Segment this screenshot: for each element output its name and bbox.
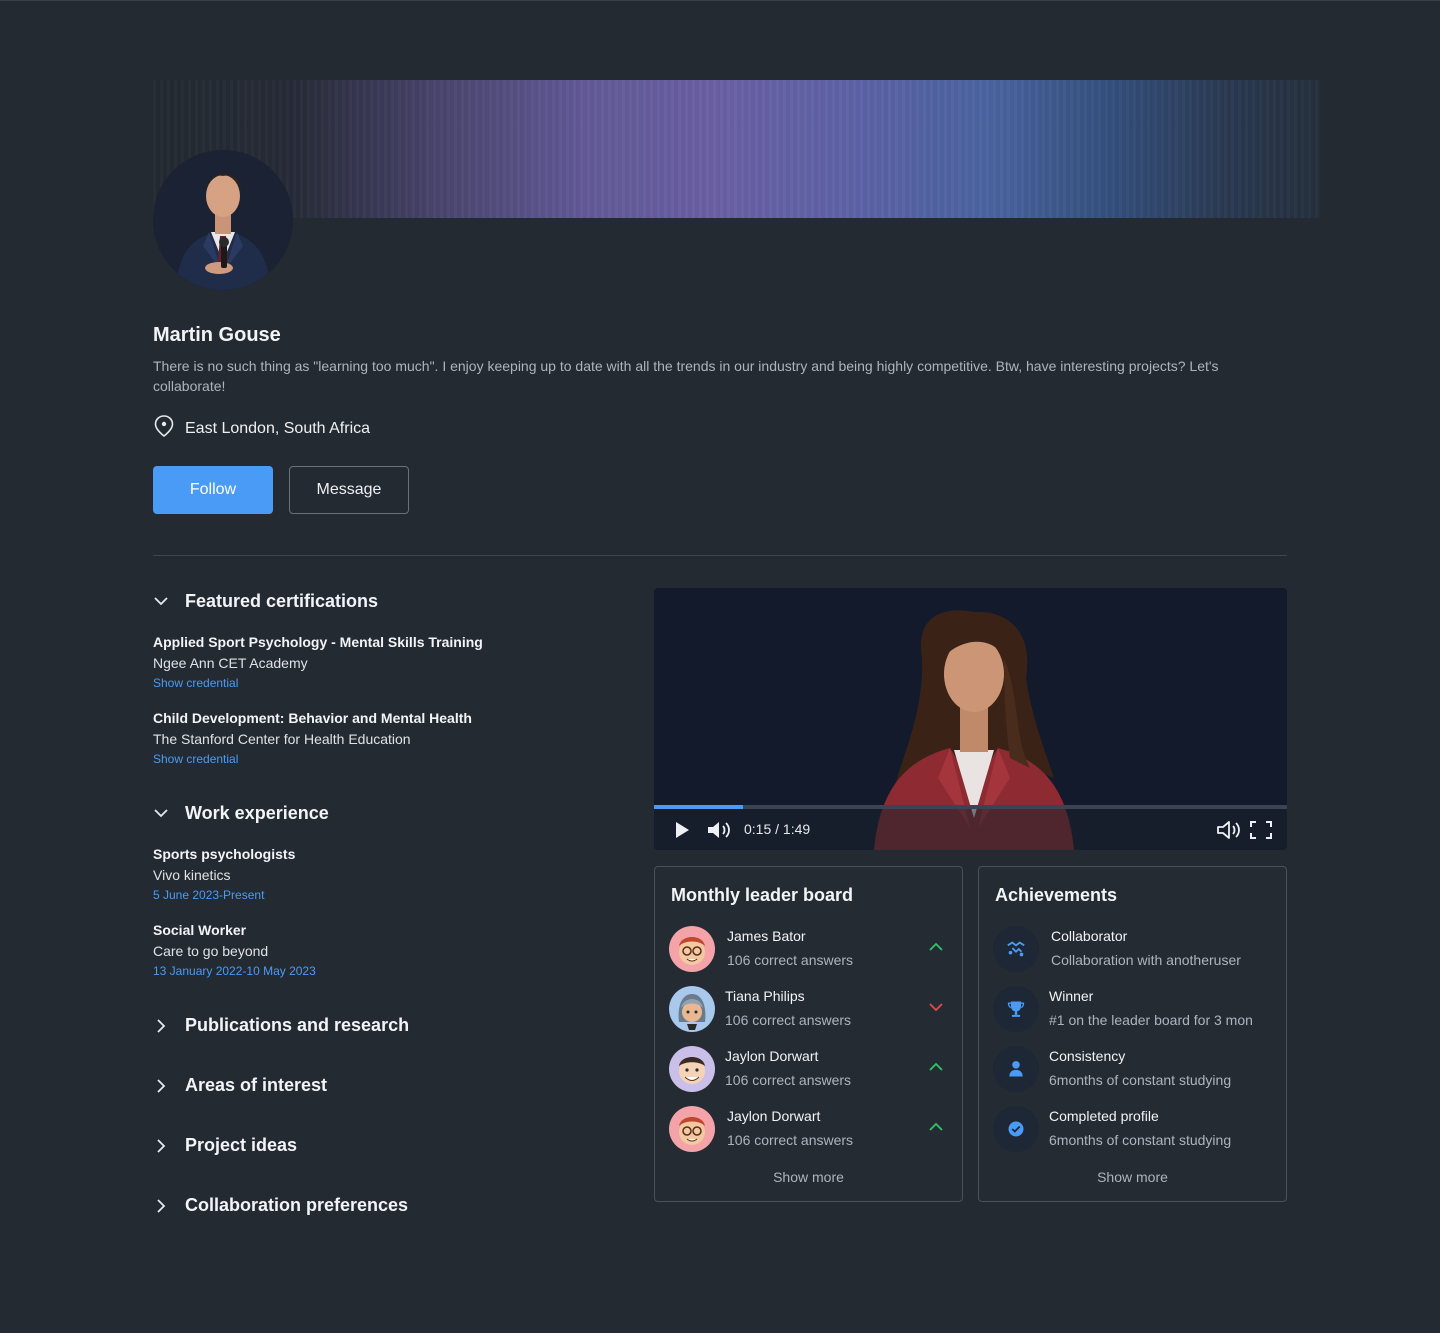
avatar (669, 926, 715, 972)
achievement-desc: 6months of constant studying (1049, 1132, 1232, 1148)
certifications-header[interactable]: Featured certifications (153, 591, 378, 612)
leader-name: Jaylon Dorwart (725, 1048, 819, 1064)
achievements-show-more[interactable]: Show more (979, 1169, 1286, 1185)
leaderboard-row[interactable]: Tiana Philips 106 correct answers (669, 986, 949, 1032)
achievements-title: Achievements (995, 885, 1118, 905)
work-experience-title: Work experience (185, 803, 329, 823)
speaker-icon[interactable] (1216, 819, 1242, 841)
certification-item: Child Development: Behavior and Mental H… (153, 708, 472, 768)
leader-name: James Bator (727, 928, 806, 944)
video-controls: 0:15 / 1:49 (654, 809, 1287, 850)
person-icon (993, 1046, 1039, 1092)
chevron-down-icon (153, 806, 169, 822)
leaderboard-title: Monthly leader board (671, 885, 854, 905)
certification-item: Applied Sport Psychology - Mental Skills… (153, 632, 483, 692)
publications-title: Publications and research (185, 1015, 410, 1035)
achievement-name: Winner (1049, 988, 1094, 1004)
leaderboard-row[interactable]: James Bator 106 correct answers (669, 926, 949, 972)
volume-icon[interactable] (706, 819, 732, 841)
achievement-row[interactable]: Collaborator Collaboration with anotheru… (993, 926, 1273, 972)
project-ideas-title: Project ideas (185, 1135, 298, 1155)
profile-name: Martin Gouse (153, 324, 281, 346)
chevron-down-icon (153, 594, 169, 610)
leader-name: Tiana Philips (725, 988, 805, 1004)
work-item: Sports psychologists Vivo kinetics 5 Jun… (153, 844, 295, 904)
leaderboard-row[interactable]: Jaylon Dorwart 106 correct answers (669, 1046, 949, 1092)
achievement-name: Collaborator (1051, 928, 1128, 944)
show-credential-link[interactable]: Show credential (153, 674, 483, 692)
leaderboard-card: Monthly leader board James Bator 106 cor… (654, 866, 963, 1202)
work-title: Social Worker (153, 922, 247, 938)
work-org: Vivo kinetics (153, 867, 231, 883)
check-badge-icon (993, 1106, 1039, 1152)
message-button[interactable]: Message (289, 466, 409, 514)
achievement-desc: Collaboration with anotheruser (1051, 952, 1241, 968)
publications-header[interactable]: Publications and research (153, 1015, 409, 1036)
work-item: Social Worker Care to go beyond 13 Janua… (153, 920, 316, 980)
profile-bio: There is no such thing as "learning too … (153, 358, 1219, 394)
areas-of-interest-header[interactable]: Areas of interest (153, 1075, 327, 1096)
chevron-right-icon (153, 1078, 169, 1094)
leaderboard-show-more[interactable]: Show more (655, 1169, 962, 1185)
certification-org: The Stanford Center for Health Education (153, 731, 411, 747)
leader-score: 106 correct answers (727, 952, 854, 968)
work-dates: 13 January 2022-10 May 2023 (153, 964, 316, 978)
certification-org: Ngee Ann CET Academy (153, 655, 308, 671)
fullscreen-icon[interactable] (1250, 821, 1272, 839)
show-credential-link[interactable]: Show credential (153, 750, 472, 768)
trend-up-icon (929, 1122, 943, 1131)
certification-title: Child Development: Behavior and Mental H… (153, 710, 472, 726)
achievement-desc: #1 on the leader board for 3 mon (1049, 1012, 1253, 1028)
leader-score: 106 correct answers (725, 1072, 852, 1088)
trophy-icon (993, 986, 1039, 1032)
avatar (669, 1106, 715, 1152)
play-icon[interactable] (674, 821, 690, 839)
avatar (669, 1046, 715, 1092)
chevron-right-icon (153, 1018, 169, 1034)
profile-location: East London, South Africa (153, 414, 370, 443)
trend-up-icon (929, 942, 943, 951)
leader-score: 106 correct answers (727, 1132, 854, 1148)
certifications-title: Featured certifications (185, 591, 379, 611)
achievement-desc: 6months of constant studying (1049, 1072, 1232, 1088)
leader-name: Jaylon Dorwart (727, 1108, 821, 1124)
project-ideas-header[interactable]: Project ideas (153, 1135, 297, 1156)
trend-down-icon (929, 1003, 943, 1012)
section-divider (153, 555, 1287, 556)
top-border (0, 0, 1440, 1)
achievement-row[interactable]: Consistency 6months of constant studying (993, 1046, 1273, 1092)
handshake-icon (993, 926, 1039, 972)
follow-button[interactable]: Follow (153, 466, 273, 514)
work-dates: 5 June 2023-Present (153, 888, 265, 902)
certification-title: Applied Sport Psychology - Mental Skills… (153, 634, 483, 650)
achievement-row[interactable]: Winner #1 on the leader board for 3 mon (993, 986, 1273, 1032)
avatar (669, 986, 715, 1032)
areas-of-interest-title: Areas of interest (185, 1075, 328, 1095)
work-org: Care to go beyond (153, 943, 269, 959)
achievements-card: Achievements Collaborator Collaboration … (978, 866, 1287, 1202)
leader-score: 106 correct answers (725, 1012, 852, 1028)
location-text: East London, South Africa (185, 419, 371, 437)
achievement-name: Completed profile (1049, 1108, 1159, 1124)
achievement-row[interactable]: Completed profile 6months of constant st… (993, 1106, 1273, 1152)
profile-avatar (153, 150, 293, 290)
location-pin-icon (153, 414, 175, 443)
profile-banner (153, 80, 1320, 218)
work-title: Sports psychologists (153, 846, 296, 862)
achievement-name: Consistency (1049, 1048, 1126, 1064)
chevron-right-icon (153, 1138, 169, 1154)
chevron-right-icon (153, 1198, 169, 1214)
trend-up-icon (929, 1062, 943, 1071)
collaboration-preferences-header[interactable]: Collaboration preferences (153, 1195, 408, 1216)
leaderboard-row[interactable]: Jaylon Dorwart 106 correct answers (669, 1106, 949, 1152)
work-experience-header[interactable]: Work experience (153, 803, 329, 824)
video-player[interactable]: 0:15 / 1:49 (654, 588, 1287, 850)
collaboration-preferences-title: Collaboration preferences (185, 1195, 409, 1215)
video-time: 0:15 / 1:49 (744, 821, 811, 837)
